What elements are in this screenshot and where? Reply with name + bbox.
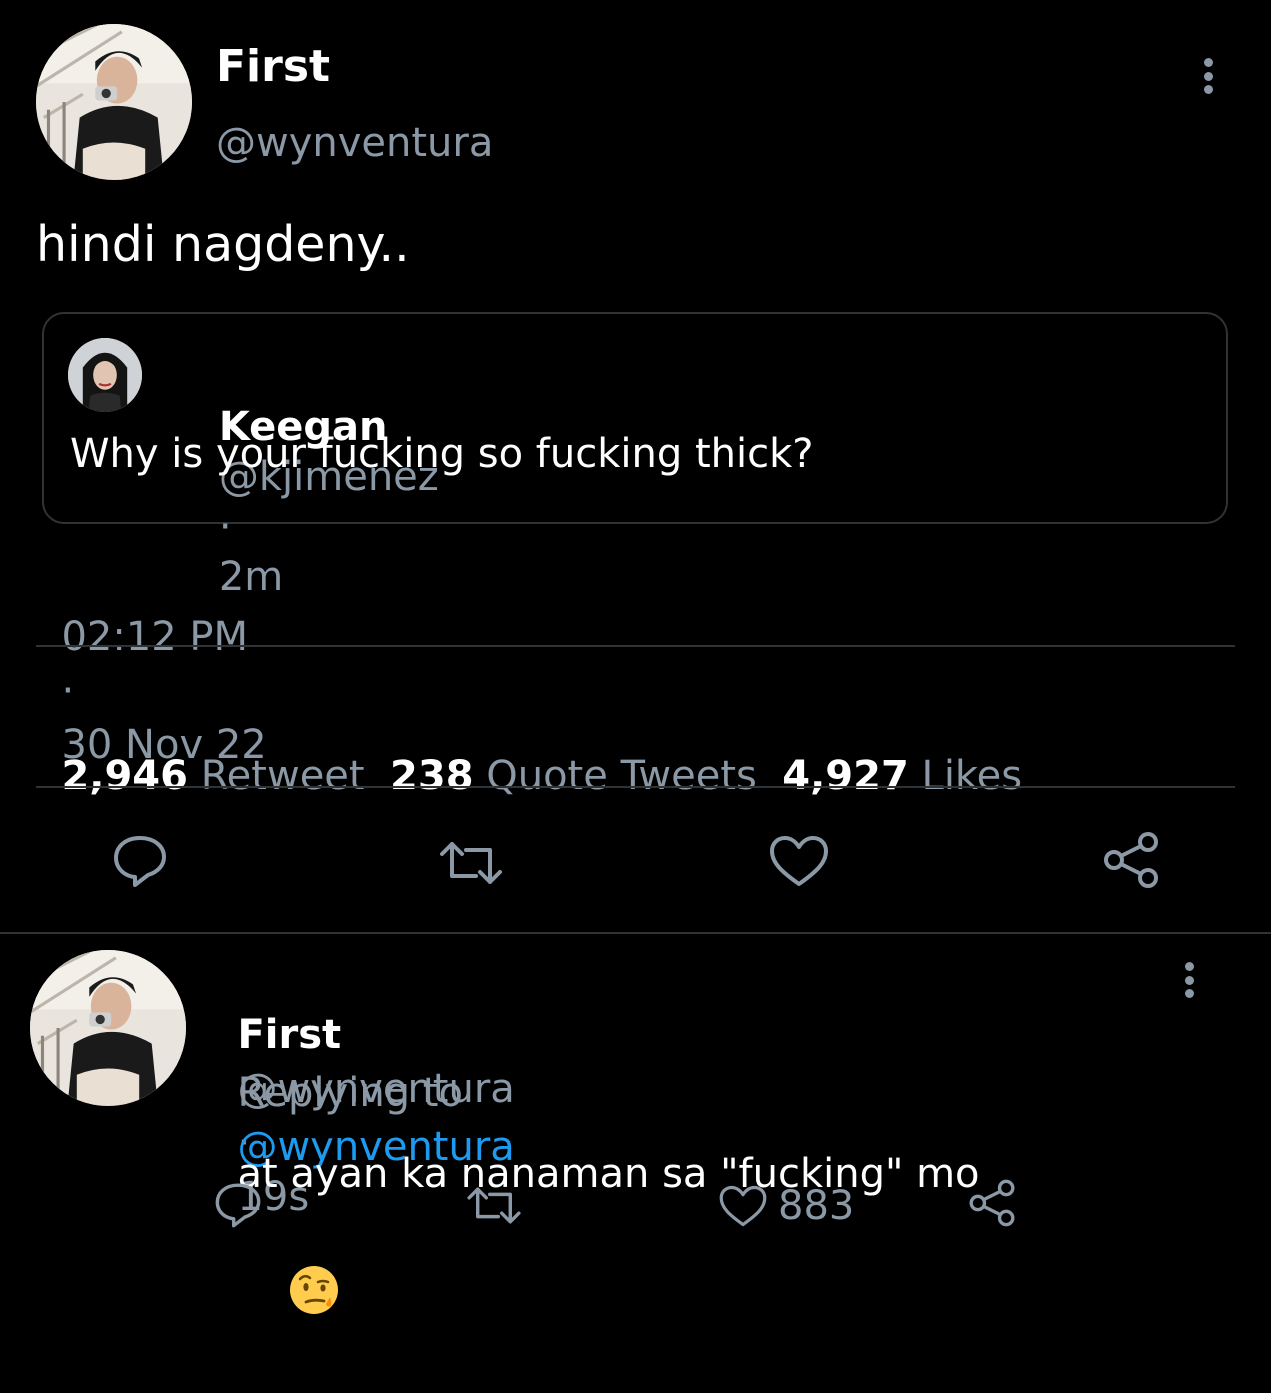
quote-label: Quote Tweets	[486, 753, 757, 799]
quote-count: 238	[390, 753, 474, 799]
more-options-icon[interactable]	[1203, 58, 1213, 94]
reply-like-button[interactable]: 883	[718, 1178, 854, 1234]
likes-count: 4,927	[782, 753, 909, 799]
reply-like-icon	[718, 1184, 768, 1228]
quoted-tweet-text: Why is your fucking so fucking thick?	[70, 431, 814, 477]
reply-reply-icon[interactable]	[212, 1180, 264, 1230]
retweet-stat[interactable]: 2,946 Retweet	[61, 753, 364, 799]
tweet-timestamp: 02:12 PM	[61, 614, 249, 660]
reply-author-avatar[interactable]	[30, 950, 186, 1106]
retweet-count: 2,946	[61, 753, 188, 799]
divider	[36, 786, 1235, 788]
reply-share-icon[interactable]	[966, 1178, 1018, 1228]
author-handle[interactable]: @wynventura	[216, 118, 493, 168]
reply-retweet-icon[interactable]	[464, 1184, 524, 1227]
author-name[interactable]: First	[216, 40, 330, 94]
likes-label: Likes	[921, 753, 1023, 799]
quoted-author-avatar	[68, 338, 142, 412]
tweet-text: hindi nagdeny..	[36, 216, 410, 273]
divider	[36, 645, 1235, 647]
share-icon[interactable]	[1100, 830, 1162, 890]
reply-more-options-icon[interactable]	[1184, 962, 1194, 998]
likes-stat[interactable]: 4,927 Likes	[782, 753, 1022, 799]
reply-like-count: 883	[778, 1183, 855, 1229]
quoted-separator: ·	[218, 504, 232, 550]
reply-text: at ayan ka nanaman sa "fucking" mo	[237, 1151, 980, 1197]
quoted-tweet-card[interactable]: Keegan @kjimenez · 2m Why is your fuckin…	[42, 312, 1228, 600]
retweet-label: Retweet	[200, 753, 365, 799]
quote-stat[interactable]: 238 Quote Tweets	[390, 753, 757, 799]
thread-divider	[0, 932, 1271, 934]
reply-icon[interactable]	[110, 832, 170, 890]
like-icon[interactable]	[768, 834, 830, 888]
retweet-icon[interactable]	[436, 838, 506, 888]
author-avatar[interactable]	[36, 24, 192, 180]
